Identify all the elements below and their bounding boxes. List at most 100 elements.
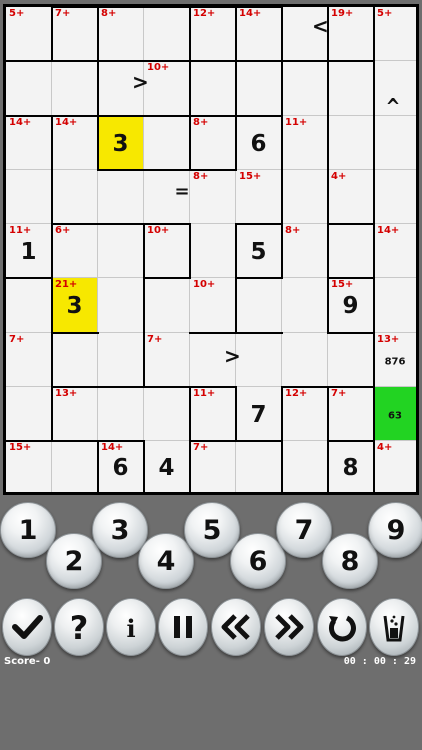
board-cell[interactable] [6, 61, 52, 116]
board-cell[interactable] [52, 441, 98, 492]
board-cell[interactable]: 63 [374, 387, 416, 441]
board-cell[interactable] [52, 61, 98, 116]
board-cell[interactable]: 4+ [374, 441, 416, 492]
cage-clue: 8+ [193, 117, 209, 128]
board-cell[interactable]: 7+ [6, 333, 52, 387]
cage-clue: 8+ [193, 171, 209, 182]
board-cell[interactable]: 7+ [144, 333, 190, 387]
board-cell[interactable] [144, 116, 190, 170]
board-cell[interactable] [98, 333, 144, 387]
board-cell[interactable] [144, 387, 190, 441]
board-cell[interactable] [52, 333, 98, 387]
restart-button[interactable] [317, 598, 367, 656]
board-cell[interactable]: 7+ [190, 441, 236, 492]
board-cell[interactable] [144, 278, 190, 333]
board-cell[interactable] [98, 278, 144, 333]
board-cell[interactable] [98, 170, 144, 224]
hint-button[interactable]: ? [54, 598, 104, 656]
board-cell[interactable]: 10+ [144, 224, 190, 278]
board-cell[interactable] [282, 441, 328, 492]
board-cell[interactable]: 19+ [328, 7, 374, 61]
board-cell[interactable]: 14+ [236, 7, 282, 61]
erase-button[interactable] [369, 598, 419, 656]
board-cell[interactable] [374, 116, 416, 170]
board-cell[interactable] [6, 278, 52, 333]
board-cell[interactable] [190, 61, 236, 116]
board-cell[interactable] [144, 7, 190, 61]
board-cell[interactable]: 8+ [190, 170, 236, 224]
board-cell[interactable] [328, 224, 374, 278]
cage-border [143, 332, 145, 388]
board-cell[interactable] [6, 170, 52, 224]
board-cell[interactable] [328, 333, 374, 387]
board-cell[interactable]: 8+ [98, 7, 144, 61]
board-cell[interactable]: 7+ [52, 7, 98, 61]
board-cell[interactable]: 14+ [6, 116, 52, 170]
cage-clue: 11+ [285, 117, 308, 128]
board-cell[interactable]: 15+ 9 [328, 278, 374, 333]
board-cell[interactable] [236, 441, 282, 492]
board-cell[interactable] [190, 224, 236, 278]
board-cell[interactable]: 5+ [6, 7, 52, 61]
board-cell[interactable]: 6 [236, 116, 282, 170]
board-cell[interactable] [6, 387, 52, 441]
board-cell[interactable]: 11+ [282, 116, 328, 170]
board-cell[interactable] [282, 278, 328, 333]
undo-button[interactable] [211, 598, 261, 656]
board-cell[interactable] [98, 387, 144, 441]
board-cell[interactable] [374, 170, 416, 224]
number-9-button[interactable]: 9 [368, 502, 422, 558]
board-cell[interactable]: 13+ 876 [374, 333, 416, 387]
board-cell[interactable]: 21+ 3 [52, 278, 98, 333]
board-cell[interactable]: 8 [328, 441, 374, 492]
board-cell[interactable]: 5 [236, 224, 282, 278]
board-cell[interactable]: 15+ [236, 170, 282, 224]
board-cell[interactable]: 11+ [190, 387, 236, 441]
board-cell[interactable] [282, 61, 328, 116]
board-cell[interactable]: 6+ [52, 224, 98, 278]
board-cell[interactable] [282, 170, 328, 224]
board-cell[interactable]: 12+ [190, 7, 236, 61]
cage-clue: 11+ [193, 388, 216, 399]
cage-border [327, 223, 375, 225]
board-cell[interactable] [282, 333, 328, 387]
cell-value: 6 [112, 454, 129, 481]
board-cell[interactable] [328, 116, 374, 170]
svg-text:i: i [126, 614, 135, 643]
board-cell[interactable]: 14+ 6 [98, 441, 144, 492]
board-cell[interactable]: 4+ [328, 170, 374, 224]
board-cell[interactable] [328, 61, 374, 116]
board-cell[interactable]: 3 [98, 116, 144, 170]
board-cell[interactable]: 7+ [328, 387, 374, 441]
board-cell[interactable]: 14+ [374, 224, 416, 278]
board-cell[interactable] [98, 224, 144, 278]
board-cell[interactable] [236, 278, 282, 333]
board-cell[interactable]: 13+ [52, 387, 98, 441]
board-cell[interactable] [52, 170, 98, 224]
board-cell[interactable]: 7 [236, 387, 282, 441]
board-cell[interactable] [236, 61, 282, 116]
board-cell[interactable]: 5+ [374, 7, 416, 61]
board-cell[interactable]: 8+ [282, 224, 328, 278]
board-cell[interactable]: 15+ [6, 441, 52, 492]
check-button[interactable] [2, 598, 52, 656]
cage-border [327, 277, 375, 279]
double-right-icon [272, 610, 306, 644]
board-cell[interactable]: 10+ [190, 278, 236, 333]
cage-clue: 15+ [239, 171, 262, 182]
board-cell[interactable]: 10+ [144, 61, 190, 116]
board-cell[interactable] [374, 278, 416, 333]
inequality-sign: ^ [385, 95, 401, 120]
pause-button[interactable] [158, 598, 208, 656]
cage-border [189, 386, 191, 493]
cell-value: 9 [342, 293, 359, 320]
info-button[interactable]: i [106, 598, 156, 656]
board-cell[interactable]: 4 [144, 441, 190, 492]
redo-button[interactable] [264, 598, 314, 656]
board-cell[interactable]: 12+ [282, 387, 328, 441]
board-cell[interactable] [236, 333, 282, 387]
board-cell[interactable]: 14+ [52, 116, 98, 170]
cage-border [51, 332, 99, 334]
board-cell[interactable]: 11+ 1 [6, 224, 52, 278]
board-cell[interactable]: 8+ [190, 116, 236, 170]
